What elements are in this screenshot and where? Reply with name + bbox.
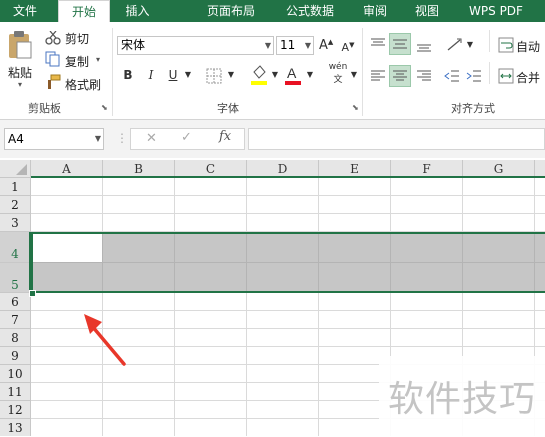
- align-center-icon[interactable]: [389, 65, 411, 87]
- border-dropdown-icon[interactable]: ▼: [227, 70, 235, 79]
- scissors-icon[interactable]: [45, 30, 61, 45]
- wrap-text-icon[interactable]: [498, 37, 514, 53]
- row-header-9[interactable]: 9: [0, 347, 31, 365]
- row-header-8[interactable]: 8: [0, 329, 31, 347]
- paste-button[interactable]: 粘贴: [8, 64, 32, 81]
- tab-insert[interactable]: 插入: [115, 0, 160, 22]
- tab-review[interactable]: 审阅: [353, 0, 397, 22]
- chevron-down-icon: ▼: [264, 41, 271, 50]
- tab-page-layout[interactable]: 页面布局: [195, 0, 267, 22]
- bold-button[interactable]: B: [121, 68, 135, 82]
- align-bottom-icon[interactable]: [416, 38, 432, 52]
- row-header-7[interactable]: 7: [0, 311, 31, 329]
- alignment-group-label: 对齐方式: [451, 102, 495, 115]
- clipboard-group-label: 剪贴板: [28, 102, 61, 115]
- paste-dropdown-icon[interactable]: ▾: [18, 80, 22, 89]
- underline-button[interactable]: U: [166, 68, 180, 82]
- selection-border: [31, 232, 545, 293]
- more-icon: ⋮: [116, 131, 128, 145]
- fill-color-icon[interactable]: [250, 64, 268, 86]
- row-header-5[interactable]: 5: [0, 263, 31, 293]
- formula-input[interactable]: [248, 128, 545, 150]
- select-all-corner[interactable]: [0, 160, 31, 178]
- align-top-icon[interactable]: [370, 36, 386, 50]
- tab-data[interactable]: 数据: [300, 0, 344, 22]
- fill-color-dropdown-icon[interactable]: ▼: [271, 70, 279, 79]
- tab-view[interactable]: 视图: [405, 0, 449, 22]
- watermark-text: 软件技巧: [388, 379, 537, 420]
- group-divider: [489, 62, 490, 84]
- font-color-icon[interactable]: A: [284, 64, 302, 86]
- format-painter-button[interactable]: 格式刷: [65, 76, 101, 93]
- align-left-icon[interactable]: [370, 68, 386, 82]
- increase-indent-icon[interactable]: [466, 68, 482, 82]
- group-divider: [362, 28, 363, 116]
- insert-function-icon[interactable]: fx: [219, 129, 231, 144]
- copy-dropdown-icon[interactable]: ▾: [96, 55, 100, 64]
- decrease-font-size-icon[interactable]: A▼: [341, 41, 355, 54]
- svg-text:A: A: [287, 65, 297, 81]
- format-painter-icon[interactable]: [45, 74, 61, 90]
- row-header-13[interactable]: 13: [0, 419, 31, 436]
- tab-home[interactable]: 开始: [58, 0, 110, 22]
- red-arrow-annotation: [76, 306, 132, 370]
- tab-file[interactable]: 文件: [0, 0, 50, 22]
- align-middle-icon[interactable]: [389, 33, 411, 55]
- italic-button[interactable]: I: [144, 68, 158, 82]
- name-box-value: A4: [8, 132, 24, 146]
- tab-wps-pdf[interactable]: WPS PDF: [462, 0, 530, 22]
- border-icon[interactable]: [206, 68, 222, 84]
- cut-button[interactable]: 剪切: [65, 30, 89, 47]
- paste-icon[interactable]: [6, 30, 34, 60]
- font-name-combo[interactable]: 宋体 ▼: [117, 36, 274, 55]
- enter-icon[interactable]: ✓: [181, 130, 192, 145]
- row-header-6[interactable]: 6: [0, 293, 31, 311]
- chevron-down-icon: ▼: [94, 134, 101, 143]
- font-color-dropdown-icon[interactable]: ▼: [306, 70, 314, 79]
- orientation-icon[interactable]: [446, 36, 464, 52]
- group-divider: [112, 28, 113, 116]
- fill-handle[interactable]: [29, 290, 36, 297]
- phonetic-guide-icon[interactable]: wén 文: [327, 62, 349, 85]
- copy-icon[interactable]: [45, 51, 61, 67]
- phonetic-char: 文: [333, 75, 343, 85]
- row-header-12[interactable]: 12: [0, 401, 31, 419]
- decrease-indent-icon[interactable]: [444, 68, 460, 82]
- row-header-11[interactable]: 11: [0, 383, 31, 401]
- increase-font-size-icon[interactable]: A▲: [319, 38, 333, 53]
- row-header-1[interactable]: 1: [0, 178, 31, 196]
- merge-center-icon[interactable]: [498, 68, 514, 84]
- wrap-text-button[interactable]: 自动: [516, 38, 540, 55]
- row-header-10[interactable]: 10: [0, 365, 31, 383]
- align-right-icon[interactable]: [416, 68, 432, 82]
- font-name-value: 宋体: [121, 38, 146, 52]
- row-header-3[interactable]: 3: [0, 214, 31, 232]
- group-divider: [489, 30, 490, 52]
- font-size-combo[interactable]: 11 ▼: [276, 36, 314, 55]
- copy-button[interactable]: 复制: [65, 53, 89, 70]
- font-launcher-icon[interactable]: ⬊: [352, 103, 359, 112]
- font-group-label: 字体: [217, 102, 239, 115]
- clipboard-launcher-icon[interactable]: ⬊: [101, 103, 108, 112]
- phonetic-dropdown-icon[interactable]: ▼: [350, 70, 358, 79]
- cancel-icon[interactable]: ✕: [146, 131, 157, 146]
- row-header-2[interactable]: 2: [0, 196, 31, 214]
- merge-center-button[interactable]: 合并: [516, 69, 540, 86]
- chevron-down-icon: ▼: [304, 41, 311, 50]
- row-header-4[interactable]: 4: [0, 232, 31, 263]
- name-box[interactable]: A4 ▼: [4, 128, 104, 150]
- font-size-value: 11: [280, 38, 296, 52]
- orientation-dropdown-icon[interactable]: ▼: [466, 40, 474, 49]
- phonetic-pinyin: wén: [328, 62, 348, 72]
- underline-dropdown-icon[interactable]: ▼: [184, 70, 192, 79]
